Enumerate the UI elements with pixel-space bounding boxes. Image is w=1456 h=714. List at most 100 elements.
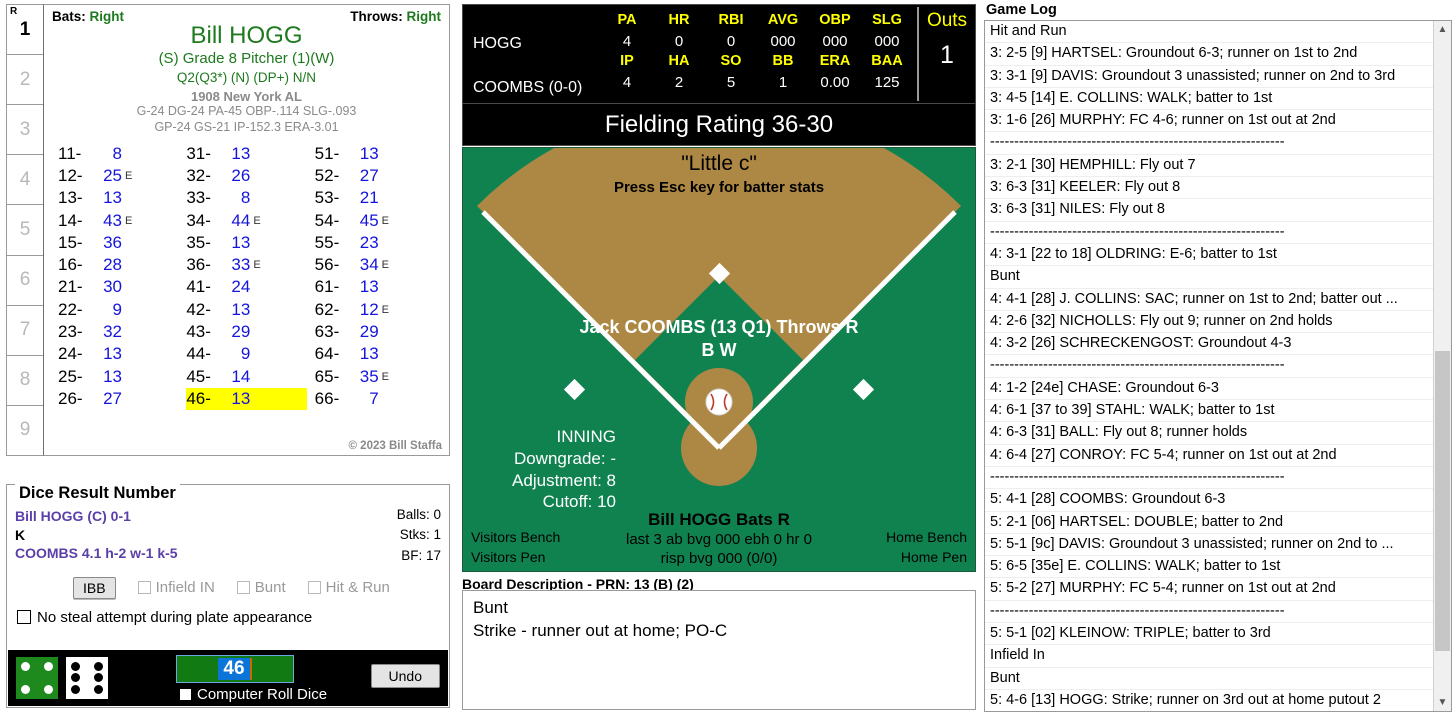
adjustment-value: Adjustment: 8 [512,470,616,490]
game-log-entry[interactable]: 4: 3-1 [22 to 18] OLDRING: E-6; batter t… [985,244,1451,267]
game-log-entry[interactable]: 3: 2-5 [9] HARTSEL: Groundout 6-3; runne… [985,43,1451,66]
baseball-field[interactable]: "Little c" Press Esc key for batter stat… [462,147,976,572]
dice-result-error-flag: E [381,214,389,227]
game-log-entry[interactable]: 4: 6-4 [27] CONROY: FC 5-4; runner on 1s… [985,445,1451,467]
throws-group: Throws: Right [350,9,441,24]
visitors-pen-link[interactable]: Visitors Pen [471,547,560,567]
game-log-entry[interactable]: 3: 3-1 [9] DAVIS: Groundout 3 unassisted… [985,66,1451,88]
game-log-entry[interactable]: 5: 6-5 [35e] E. COLLINS: WALK; batter to… [985,556,1451,579]
game-log-entry[interactable]: 3: 6-3 [31] NILES: Fly out 8 [985,199,1451,222]
scrollbar-thumb[interactable] [1435,351,1450,651]
inning-cell-2[interactable]: 2 [7,55,43,106]
dice-result-entry: 34- 44 E [186,209,306,231]
game-log-title: Game Log [986,2,1057,18]
player-qualifiers: Q2(Q3*) (N) (DP+) N/N [176,69,317,85]
inning-cell-9[interactable]: 9 [7,406,43,455]
game-log-entry[interactable]: 4: 6-1 [37 to 39] STAHL: WALK; batter to… [985,400,1451,423]
computer-roll-label: Computer Roll Dice [197,686,328,703]
checkbox-box [236,581,250,595]
game-log-entry[interactable]: 4: 3-2 [26] SCHRECKENGOST: Groundout 4-3 [985,333,1451,356]
outs-label: Outs [926,10,968,31]
dice-result-value: 8 [112,143,122,163]
scoreboard-batter-header: HR [668,12,690,28]
game-log-entry[interactable]: Infield In [985,645,1451,668]
game-log-entry[interactable]: Bunt [985,668,1451,690]
game-log-entry[interactable]: 5: 5-2 [27] MURPHY: FC 5-4; runner on 1s… [985,578,1451,601]
scroll-up-arrow-icon[interactable]: ▲ [1434,21,1451,38]
infield-in-checkbox[interactable]: Infield IN [137,579,215,596]
pitcher-info-line2: B W [701,339,737,360]
die-pip [71,684,81,694]
game-log-entry[interactable]: 4: 1-2 [24e] CHASE: Groundout 6-3 [985,378,1451,401]
game-log-entry[interactable]: 3: 4-5 [14] E. COLLINS: WALK; batter to … [985,88,1451,111]
die-white[interactable] [66,657,108,699]
dice-result-value: 27 [103,388,122,408]
game-log-entry[interactable]: 4: 6-3 [31] BALL: Fly out 8; runner hold… [985,422,1451,445]
hit-and-run-checkbox[interactable]: Hit & Run [307,579,390,596]
inning-cell-label: 2 [19,68,31,90]
player-card: R 1 2 3 4 5 6 7 8 9 Bats: Right Throws: … [6,4,450,456]
inning-cell-5[interactable]: 5 [7,205,43,256]
inning-label: INNING [556,427,617,446]
home-pen-link[interactable]: Home Pen [886,547,967,567]
throws-value: Right [406,9,442,24]
game-log-entry[interactable]: 4: 4-1 [28] J. COLLINS: SAC; runner on 1… [985,289,1451,311]
pitcher-info: Jack COOMBS (13 Q1) Throws R B W [463,316,975,361]
scoreboard-pitcher-header: SO [720,53,742,70]
game-log-list[interactable]: Hit and Run 3: 2-5 [9] HARTSEL: Groundout… [984,20,1452,712]
inning-cell-3[interactable]: 3 [7,105,43,156]
game-log-entry[interactable]: ----------------------------------------… [985,601,1451,624]
inning-cell-8[interactable]: 8 [7,356,43,406]
dice-result-key: 66- [314,388,340,408]
game-log-entry[interactable]: 4: 2-6 [32] NICHOLLS: Fly out 9; runner … [985,311,1451,334]
die-green[interactable] [16,657,58,699]
player-name: Bill HOGG [190,22,303,49]
scoreboard-batter-header: PA [617,12,637,28]
game-log-entry[interactable]: 5: 4-1 [28] COOMBS: Groundout 6-3 [985,489,1451,512]
dice-result-entry: 52- 27 [315,165,435,187]
home-bench-link[interactable]: Home Bench [886,527,967,547]
scroll-down-arrow-icon[interactable]: ▼ [1434,694,1451,711]
dice-result-value: 13 [359,143,379,163]
game-log-entry[interactable]: ----------------------------------------… [985,222,1451,244]
game-log-entry[interactable]: 5: 4-6 [13] HOGG: Strike; runner on 3rd … [985,690,1451,711]
dice-result-entry: 12- 25 E [58,165,178,187]
game-log-entry[interactable]: 5: 5-1 [02] KLEINOW: TRIPLE; batter to 3… [985,623,1451,646]
game-log-entry[interactable]: 3: 2-1 [30] HEMPHILL: Fly out 7 [985,155,1451,178]
runs-header-label: R [10,6,18,17]
inning-cell-1[interactable]: R 1 [7,5,43,56]
game-log-entry[interactable]: Bunt [985,266,1451,289]
game-log-entry[interactable]: 5: 5-1 [9c] DAVIS: Groundout 3 unassiste… [985,534,1451,557]
strikes-count: Stks: 1 [399,527,441,543]
undo-button[interactable]: Undo [370,664,440,688]
dice-result-entry: 16- 28 [58,254,178,276]
dice-result-value: 26 [231,165,251,185]
dice-result-value: 29 [359,322,379,342]
inning-cell-4[interactable]: 4 [7,155,43,206]
scoreboard-batter-header: SLG [872,12,902,28]
game-log-entry[interactable]: ----------------------------------------… [985,355,1451,378]
roll-result-box[interactable]: 46 [176,655,294,683]
game-log-entry[interactable]: ----------------------------------------… [985,132,1451,155]
bunt-checkbox[interactable]: Bunt [236,579,286,596]
dice-result-entry: 33- 8 [186,187,306,209]
game-log-entry[interactable]: Hit and Run [985,21,1451,44]
dice-result-key: 35- [186,232,211,252]
visitors-bench-link[interactable]: Visitors Bench [471,527,560,547]
game-log-entry[interactable]: 5: 2-1 [06] HARTSEL: DOUBLE; batter to 2… [985,512,1451,534]
dice-result-value: 9 [240,344,251,364]
dice-result-key: 22- [58,299,83,319]
ibb-button[interactable]: IBB [73,576,116,599]
game-log-scrollbar[interactable]: ▲ ▼ [1433,21,1451,711]
dice-result-entry: 54- 45 E [315,209,435,231]
inning-cell-7[interactable]: 7 [7,306,43,356]
no-steal-checkbox[interactable]: No steal attempt during plate appearance [15,609,441,626]
inning-cell-6[interactable]: 6 [7,256,43,306]
dice-result-error-flag: E [381,303,389,316]
game-log-entry[interactable]: 3: 6-3 [31] KEELER: Fly out 8 [985,177,1451,200]
dice-result-value: 13 [231,143,251,163]
game-log-entry[interactable]: 3: 1-6 [26] MURPHY: FC 4-6; runner on 1s… [985,110,1451,133]
outs-value: 1 [940,41,954,69]
game-log-entry[interactable]: ----------------------------------------… [985,467,1451,490]
computer-roll-dice-checkbox[interactable]: Computer Roll Dice [180,686,327,703]
